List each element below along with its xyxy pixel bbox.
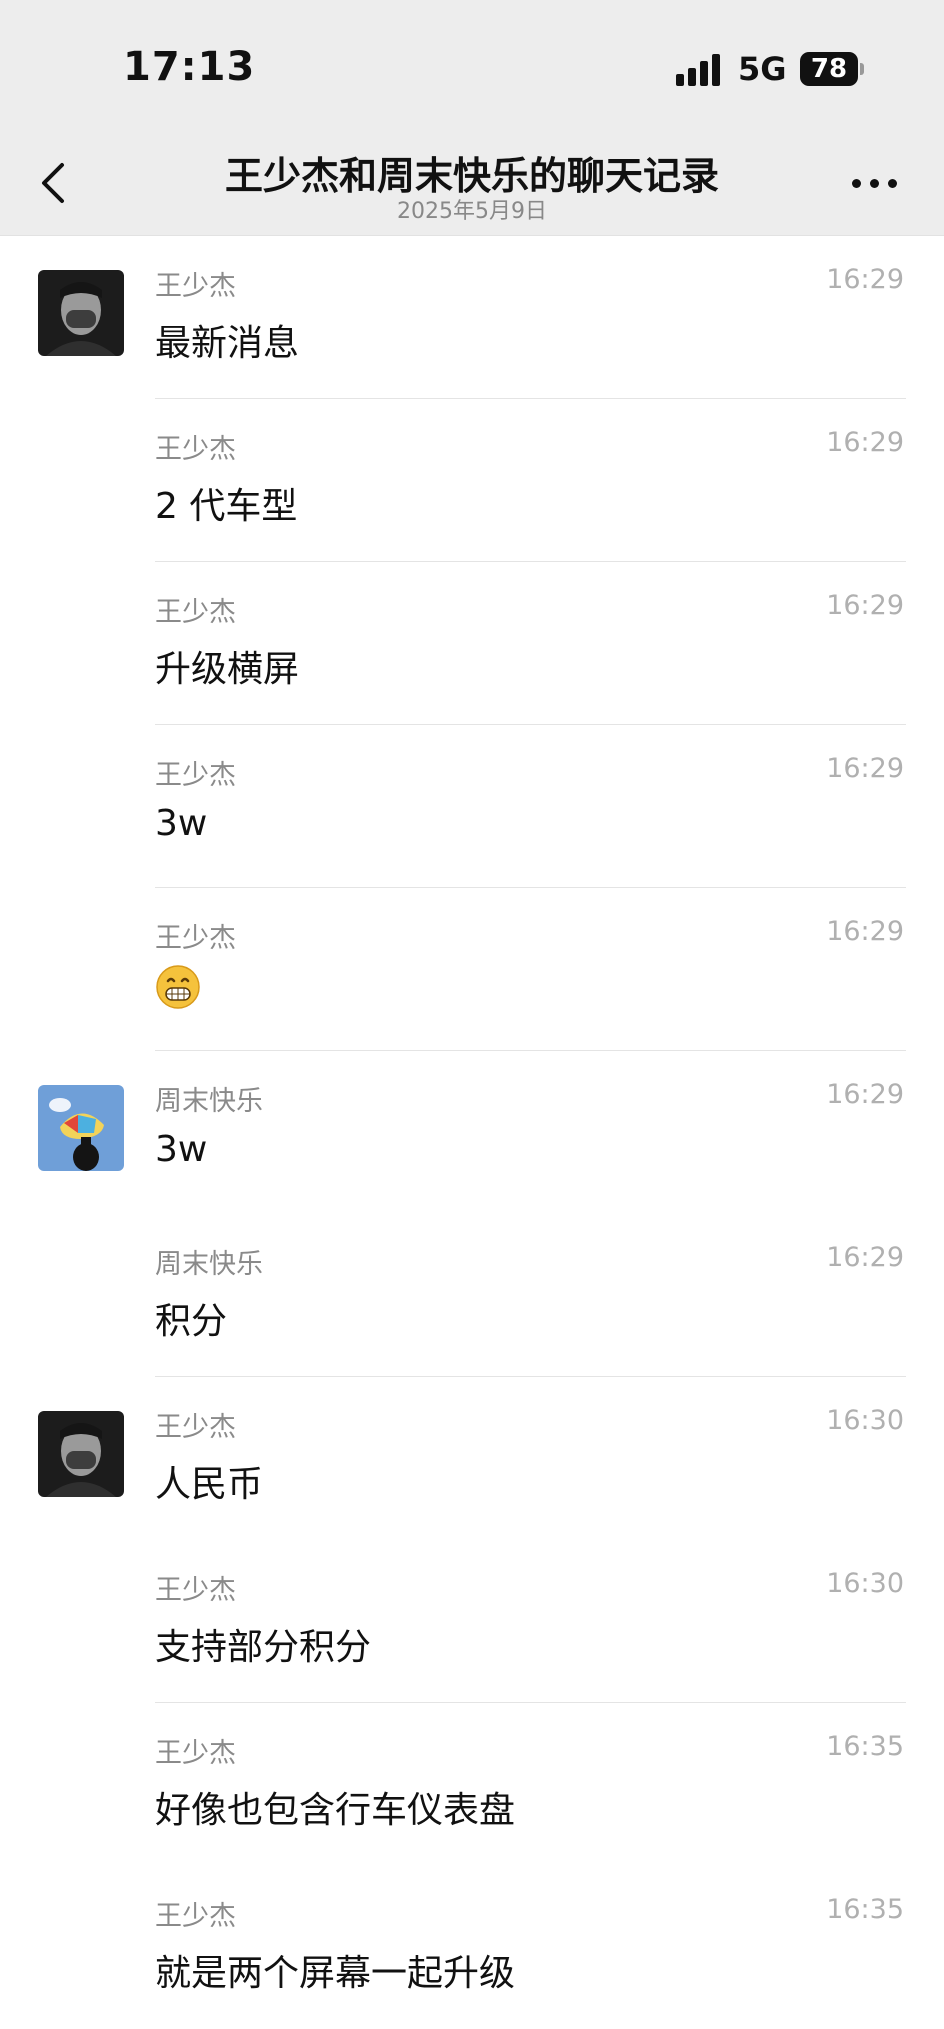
avatar-zhou[interactable]	[38, 1085, 124, 1171]
message-sender: 王少杰	[155, 1738, 236, 1769]
message-row[interactable]: 王少杰 16:29 3w	[0, 725, 944, 888]
message-time: 16:30	[826, 1405, 904, 1436]
message-sender: 王少杰	[155, 1575, 236, 1606]
message-text: 人民币	[155, 1464, 264, 1505]
message-row[interactable]: 王少杰 16:30 支持部分积分	[0, 1540, 944, 1703]
message-text: 3w	[155, 1129, 208, 1170]
message-text: 3w	[155, 803, 208, 844]
message-text: 2 代车型	[155, 486, 298, 527]
message-row[interactable]: 王少杰 16:35 就是两个屏幕一起升级	[0, 1866, 944, 2029]
message-time: 16:29	[826, 264, 904, 295]
message-row[interactable]: 王少杰 16:29 2 代车型	[0, 399, 944, 562]
page-subtitle-date: 2025年5月9日	[397, 199, 547, 224]
message-time: 16:29	[826, 427, 904, 458]
network-type: 5G	[738, 50, 787, 88]
message-text: 支持部分积分	[155, 1627, 372, 1668]
message-sender: 王少杰	[155, 760, 236, 791]
message-sender: 王少杰	[155, 1412, 236, 1443]
message-time: 16:35	[826, 1894, 904, 1925]
message-sender: 王少杰	[155, 1901, 236, 1932]
message-sender: 王少杰	[155, 271, 236, 302]
status-time: 17:13	[123, 44, 256, 90]
message-row[interactable]: 周末快乐 16:29 3w	[0, 1051, 944, 1214]
message-time: 16:35	[826, 1731, 904, 1762]
message-row[interactable]: 王少杰 16:29	[0, 888, 944, 1051]
signal-icon	[676, 52, 724, 86]
message-time: 16:29	[826, 753, 904, 784]
nav-bar: 王少杰和周末快乐的聊天记录 2025年5月9日	[0, 135, 944, 236]
message-time: 16:29	[826, 590, 904, 621]
message-list: 王少杰 16:29 最新消息 王少杰 16:29 2 代车型 王少杰 16:29 升级横屏 王少杰…	[0, 236, 944, 2029]
message-sender: 周末快乐	[155, 1249, 263, 1280]
message-sender: 周末快乐	[155, 1086, 263, 1117]
message-time: 16:30	[826, 1568, 904, 1599]
message-time: 16:29	[826, 1242, 904, 1273]
message-text: 积分	[155, 1301, 228, 1342]
message-text: 好像也包含行车仪表盘	[155, 1790, 516, 1831]
avatar-wang[interactable]	[38, 1411, 124, 1497]
message-row[interactable]: 王少杰 16:30 人民币	[0, 1377, 944, 1540]
message-sender: 王少杰	[155, 923, 236, 954]
message-row[interactable]: 王少杰 16:35 好像也包含行车仪表盘	[0, 1703, 944, 1866]
page-title: 王少杰和周末快乐的聊天记录	[224, 154, 719, 198]
message-text: 就是两个屏幕一起升级	[155, 1953, 516, 1994]
message-time: 16:29	[826, 1079, 904, 1110]
message-time: 16:29	[826, 916, 904, 947]
more-icon[interactable]	[852, 177, 900, 191]
message-row[interactable]: 周末快乐 16:29 积分	[0, 1214, 944, 1377]
message-sender: 王少杰	[155, 434, 236, 465]
grin-emoji	[155, 964, 201, 1010]
message-sender: 王少杰	[155, 597, 236, 628]
battery-tip	[860, 63, 864, 75]
avatar-wang[interactable]	[38, 270, 124, 356]
message-row[interactable]: 王少杰 16:29 升级横屏	[0, 562, 944, 725]
message-row[interactable]: 王少杰 16:29 最新消息	[0, 236, 944, 399]
message-text: 最新消息	[155, 323, 300, 364]
message-text: 升级横屏	[155, 649, 300, 690]
status-bar: 17:13 5G 78	[0, 0, 944, 135]
battery-icon: 78	[800, 52, 858, 86]
